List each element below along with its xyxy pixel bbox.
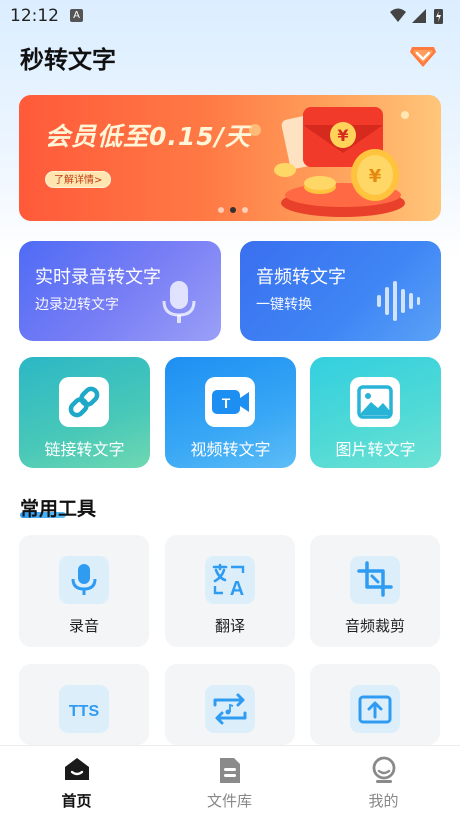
status-time: 12:12 — [10, 6, 59, 26]
bottom-tab-bar: 首页 文件库 我的 — [0, 745, 460, 817]
microphone-icon — [162, 281, 196, 323]
banner-pagination — [218, 207, 258, 215]
tool-record-label: 录音 — [68, 617, 99, 635]
tab-files-label: 文件库 — [206, 792, 252, 810]
audio-to-text-card[interactable]: 音频转文字 一键转换 — [240, 241, 441, 341]
video-camera-icon: T — [205, 377, 255, 427]
tool-audio-convert[interactable] — [165, 664, 295, 745]
home-icon — [65, 758, 89, 780]
tool-record[interactable]: 录音 — [19, 535, 149, 647]
svg-text:A: A — [230, 578, 244, 600]
tool-audio-crop-label: 音频裁剪 — [344, 617, 405, 635]
link-card-label: 链接转文字 — [44, 440, 125, 459]
sound-wave-icon — [377, 281, 420, 321]
status-icons — [390, 8, 443, 24]
tts-icon: TTS — [59, 685, 109, 733]
upload-icon — [350, 685, 400, 733]
realtime-recording-card[interactable]: 实时录音转文字 边录边转文字 — [19, 241, 221, 341]
banner-headline: 会员低至0.15/天 — [45, 122, 251, 151]
audio-convert-icon — [205, 685, 255, 733]
promo-banner[interactable]: 会员低至0.15/天 了解详情> ¥ ¥ — [19, 95, 441, 221]
tools-section-title: 常用工具 — [20, 498, 97, 520]
tab-home[interactable]: 首页 — [0, 746, 153, 817]
realtime-card-subtitle: 边录边转文字 — [35, 297, 119, 313]
tool-upload[interactable] — [310, 664, 440, 745]
image-icon — [350, 377, 400, 427]
svg-text:¥: ¥ — [369, 166, 382, 187]
tab-files[interactable]: 文件库 — [153, 746, 306, 817]
link-icon — [59, 377, 109, 427]
wallet-coins-illustration: ¥ ¥ — [249, 107, 409, 217]
audio-card-subtitle: 一键转换 — [256, 297, 312, 313]
coin-symbol: ¥ — [337, 126, 348, 145]
crop-icon — [350, 556, 400, 604]
tool-translate-label: 翻译 — [214, 617, 245, 635]
profile-icon — [372, 756, 396, 783]
vip-diamond-icon[interactable] — [408, 43, 438, 69]
translate-icon: A — [205, 556, 255, 604]
banner-dot-active — [230, 207, 236, 213]
realtime-card-title: 实时录音转文字 — [35, 267, 161, 288]
banner-dot — [218, 207, 224, 213]
app-title: 秒转文字 — [20, 46, 116, 74]
image-to-text-card[interactable]: 图片转文字 — [310, 357, 441, 468]
tool-audio-crop[interactable]: 音频裁剪 — [310, 535, 440, 647]
tab-profile[interactable]: 我的 — [307, 746, 460, 817]
svg-text:T: T — [222, 395, 231, 411]
document-icon — [220, 758, 240, 783]
tool-tts[interactable]: TTS — [19, 664, 149, 745]
link-to-text-card[interactable]: 链接转文字 — [19, 357, 150, 468]
tab-profile-label: 我的 — [368, 792, 399, 810]
status-bar: 12:12 A — [0, 0, 460, 32]
banner-details-button[interactable]: 了解详情> — [45, 171, 112, 188]
tool-translate[interactable]: A 翻译 — [165, 535, 295, 647]
wifi-icon — [390, 8, 406, 22]
audio-card-title: 音频转文字 — [256, 267, 346, 288]
microphone-icon — [59, 556, 109, 604]
video-card-label: 视频转文字 — [190, 440, 271, 459]
image-card-label: 图片转文字 — [335, 440, 416, 459]
tab-home-label: 首页 — [61, 792, 92, 810]
svg-text:TTS: TTS — [69, 703, 100, 720]
banner-dot — [242, 207, 248, 213]
signal-icon — [412, 9, 426, 23]
video-to-text-card[interactable]: T 视频转文字 — [165, 357, 296, 468]
input-method-icon: A — [70, 9, 83, 22]
